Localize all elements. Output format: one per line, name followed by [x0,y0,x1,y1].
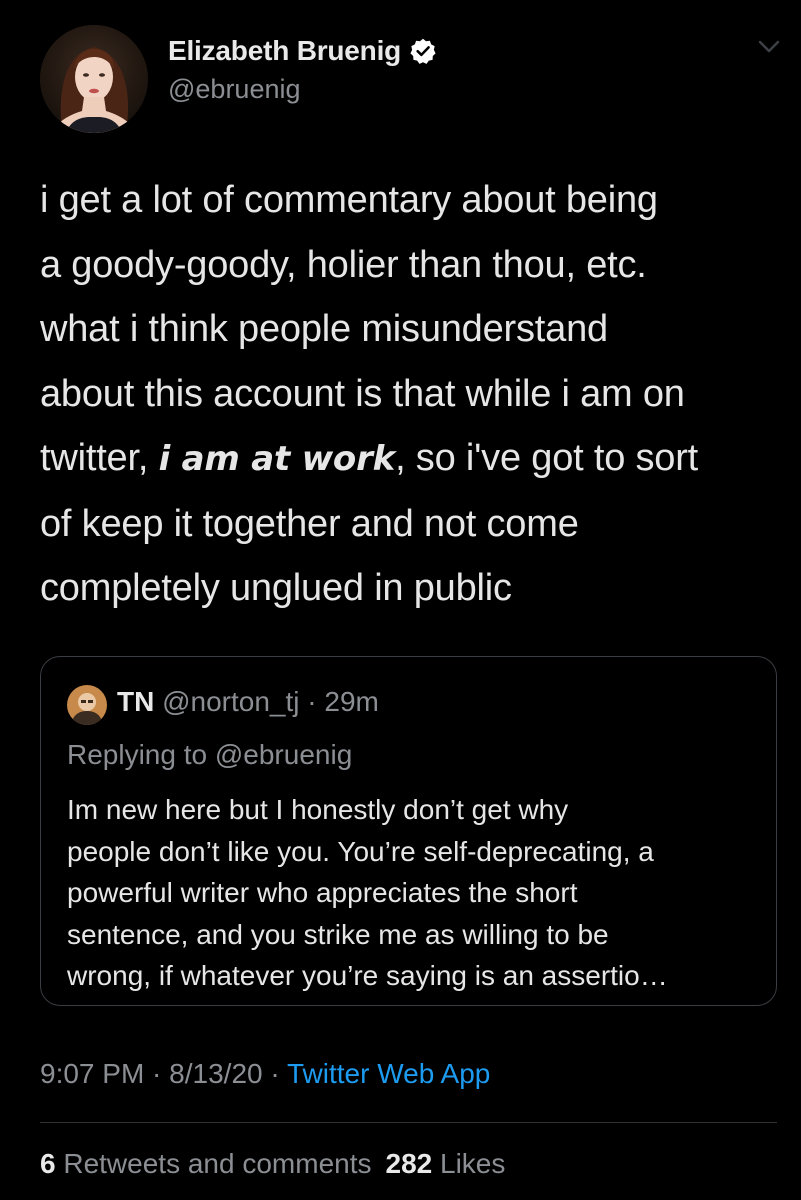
quoted-line: sentence, and you strike me as willing t… [67,918,609,950]
tweet-source-link[interactable]: Twitter Web App [287,1058,490,1089]
tweet-line: about this account is that while i am on [40,372,685,415]
quoted-author-avatar-image [67,685,107,725]
likes-label: Likes [440,1148,506,1179]
quoted-tweet-text: Im new here but I honestly don’t get why… [67,789,767,997]
retweets-stat[interactable]: 6 Retweets and comments [40,1148,372,1179]
tweet-text-fragment: , so i've got to sort [395,437,699,479]
tweet-line: of keep it together and not come [40,502,579,545]
meta-separator: · [144,1058,170,1089]
quoted-author-handle[interactable]: @norton_tj [162,686,299,717]
author-avatar-image [40,25,148,133]
retweets-count: 6 [40,1148,56,1179]
quoted-author-name[interactable]: TN [117,686,154,717]
quoted-line: powerful writer who appreciates the shor… [67,877,578,908]
quoted-separator: · [299,686,325,717]
quoted-tweet-card[interactable]: TN @norton_tj · 29m Replying to @ebrueni… [40,656,777,1006]
tweet-meta: 9:07 PM · 8/13/20 · Twitter Web App [40,1058,490,1090]
meta-separator: · [262,1058,287,1089]
retweets-label: Retweets and comments [63,1148,372,1179]
tweet-line: a goody-goody, holier than thou, etc. [40,243,647,286]
likes-count: 282 [385,1148,433,1179]
quoted-line: Im new here but I honestly don’t get why [67,794,569,825]
quoted-tweet-header: TN @norton_tj · 29m [117,686,379,718]
verified-badge-icon [410,38,436,64]
tweet-line: i get a lot of commentary about being [40,179,658,221]
tweet-line: what i think people misunderstand [40,308,608,350]
divider [40,1122,777,1123]
tweet-date[interactable]: 8/13/20 [169,1058,262,1089]
tweet-emphasis-text: i am at work [158,439,396,479]
author-name-row[interactable]: Elizabeth Bruenig [168,34,437,68]
quoted-author-avatar[interactable] [67,685,107,725]
quoted-line: wrong, if whatever you’re saying is an a… [67,960,668,991]
tweet-line: completely unglued in public [40,567,512,609]
author-display-name[interactable]: Elizabeth Bruenig [168,35,401,67]
tweet-stats: 6 Retweets and comments 282 Likes [40,1148,505,1180]
likes-stat[interactable]: 282 Likes [386,1148,506,1179]
tweet-text: i get a lot of commentary about being a … [40,168,790,621]
tweet-time[interactable]: 9:07 PM [40,1058,144,1089]
tweet-text-fragment: twitter, [40,437,159,479]
quoted-timestamp[interactable]: 29m [324,686,378,717]
quoted-line: people don’t like you. You’re self-depre… [67,835,654,867]
replying-to-label: Replying to @ebruenig [67,739,353,770]
author-handle[interactable]: @ebruenig [168,74,301,105]
chevron-down-icon[interactable] [757,38,781,56]
author-avatar[interactable] [40,25,148,133]
tweet-line: twitter, i am at work, so i've got to so… [40,426,790,492]
